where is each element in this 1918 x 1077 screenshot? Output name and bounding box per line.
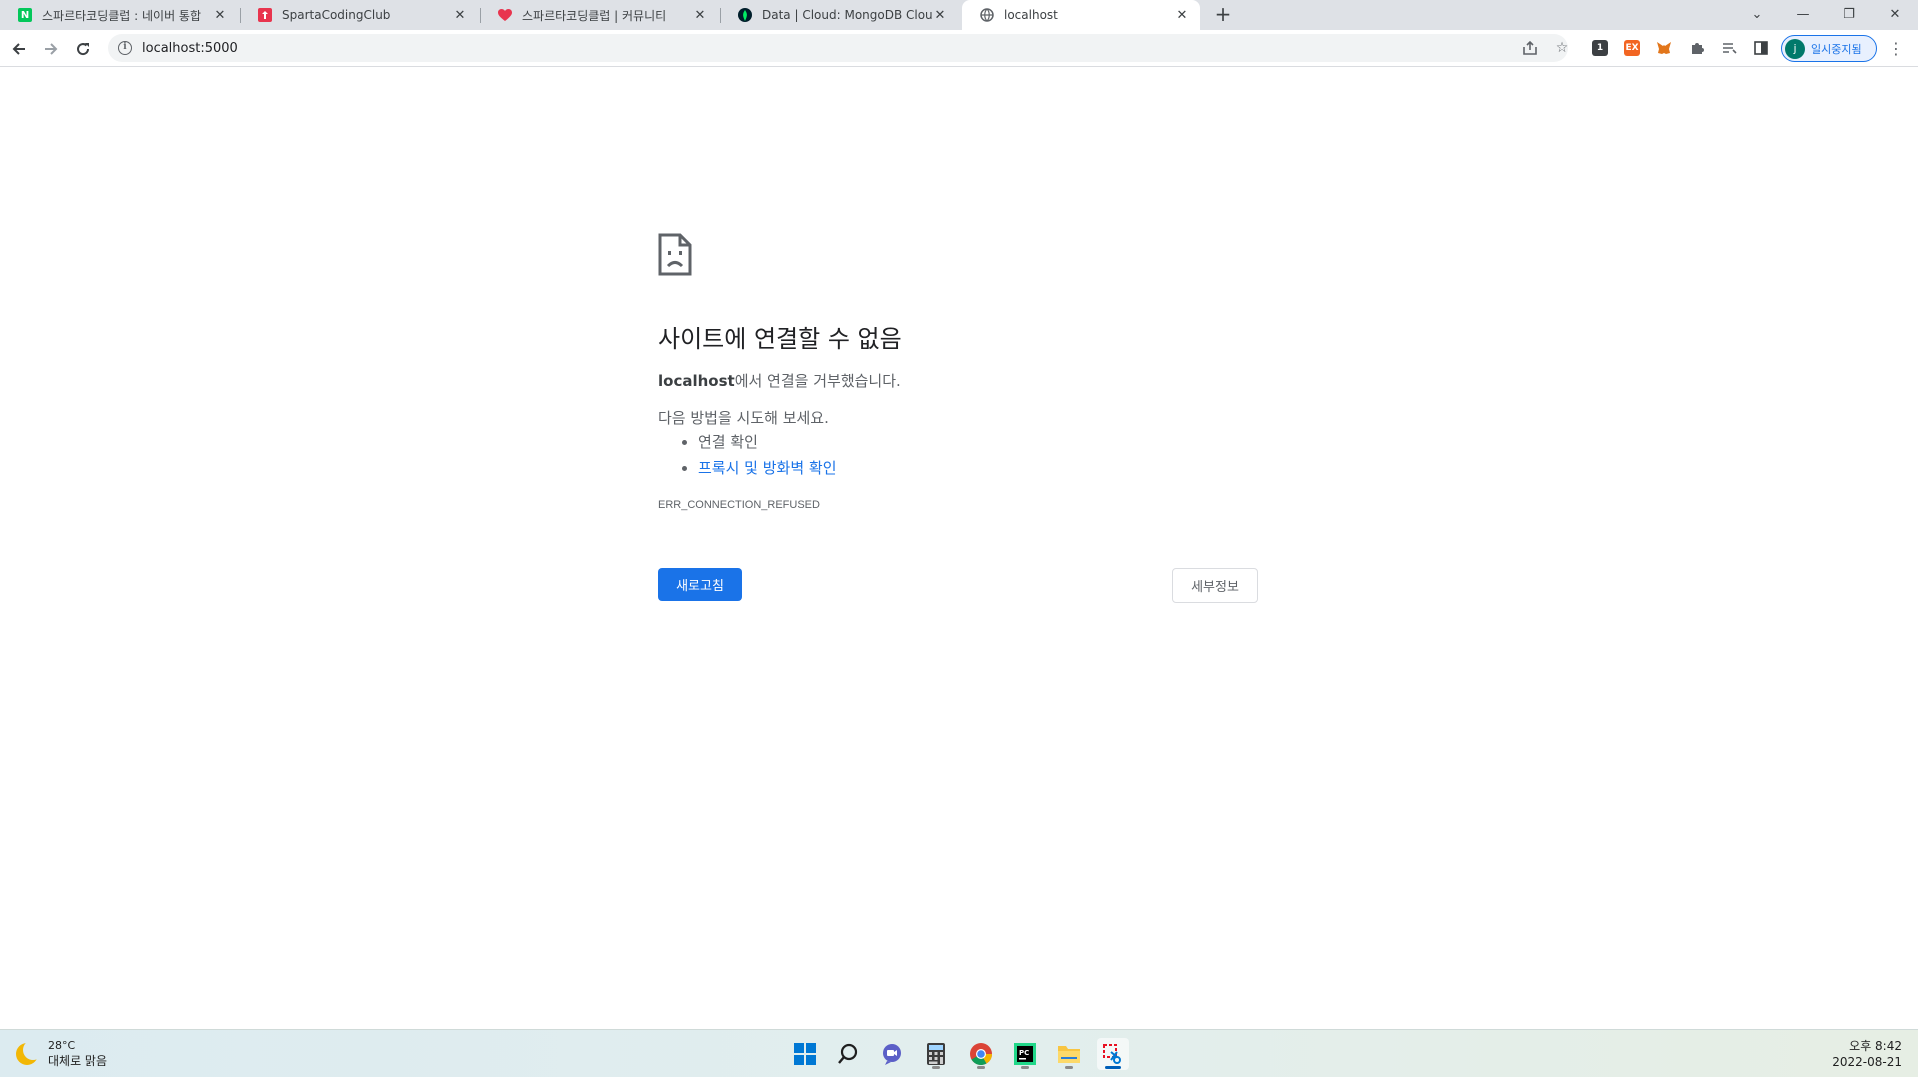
tab-naver[interactable]: N 스파르타코딩클럽 : 네이버 통합 ✕ (0, 0, 238, 30)
back-arrow-icon (12, 43, 25, 55)
reload-icon (77, 43, 90, 56)
snipping-tool-button[interactable] (1097, 1038, 1129, 1070)
site-info-icon[interactable]: i (118, 41, 132, 55)
new-tab-button[interactable]: + (1212, 4, 1234, 26)
back-button[interactable] (6, 36, 32, 62)
tab-mongodb[interactable]: Data | Cloud: MongoDB Cloud ✕ (720, 0, 958, 30)
tab-title: SpartaCodingClub (282, 8, 391, 22)
windows-logo-icon (794, 1043, 816, 1065)
calculator-icon (927, 1043, 945, 1065)
sad-page-icon (658, 233, 692, 280)
calculator-button[interactable] (920, 1038, 952, 1070)
extensions-puzzle-icon[interactable] (1687, 38, 1707, 58)
page-title: 사이트에 연결할 수 없음 (658, 325, 902, 353)
tab-title: localhost (1004, 8, 1058, 22)
extension-ex-icon[interactable]: EX (1624, 40, 1640, 56)
globe-icon (980, 8, 994, 22)
browser-toolbar: i localhost:5000 ☆ 1 EX j 일시중지됨 ⋮ (0, 30, 1918, 67)
tab-sparta-community[interactable]: 스파르타코딩클럽 | 커뮤니티 ✕ (480, 0, 718, 30)
restore-button[interactable]: ❐ (1827, 0, 1871, 28)
weather-temp: 28°C (48, 1039, 76, 1052)
running-indicator (977, 1066, 985, 1069)
suggestions-heading: 다음 방법을 시도해 보세요. (658, 409, 829, 427)
tab-search-icon[interactable]: ⌄ (1735, 0, 1779, 28)
reload-page-button[interactable]: 새로고침 (658, 568, 742, 601)
running-indicator (932, 1066, 940, 1069)
close-icon[interactable]: ✕ (1174, 7, 1190, 23)
tab-strip: N 스파르타코딩클럽 : 네이버 통합 ✕ SpartaCodingClub ✕… (0, 0, 1918, 30)
chrome-button[interactable] (965, 1038, 997, 1070)
running-indicator (1105, 1066, 1121, 1069)
start-button[interactable] (789, 1038, 821, 1070)
file-explorer-button[interactable] (1053, 1038, 1085, 1070)
more-menu-icon[interactable]: ⋮ (1886, 38, 1906, 58)
metamask-icon[interactable] (1656, 40, 1672, 56)
forward-button[interactable] (38, 36, 64, 62)
sparta-icon (258, 8, 272, 22)
tab-title: Data | Cloud: MongoDB Cloud (762, 8, 932, 22)
share-icon[interactable] (1520, 38, 1540, 58)
tab-localhost[interactable]: localhost ✕ (962, 0, 1200, 30)
search-icon (838, 1043, 858, 1064)
mongodb-leaf-icon (738, 8, 752, 22)
windows-taskbar: 28°C 대체로 맑음 PC 오후 8:42 2022-08-21 (0, 1029, 1918, 1077)
heart-icon (498, 8, 512, 22)
error-message: localhost에서 연결을 거부했습니다. (658, 370, 901, 391)
error-code: ERR_CONNECTION_REFUSED (658, 499, 820, 511)
proxy-firewall-link[interactable]: 프록시 및 방화벽 확인 (698, 459, 837, 477)
error-message-text: 에서 연결을 거부했습니다. (734, 372, 901, 390)
teams-chat-button[interactable] (876, 1038, 908, 1070)
extension-1-icon[interactable]: 1 (1592, 40, 1608, 56)
details-button[interactable]: 세부정보 (1172, 568, 1258, 603)
folder-icon (1058, 1046, 1080, 1063)
minimize-button[interactable]: — (1781, 0, 1825, 28)
bookmark-star-icon[interactable]: ☆ (1552, 38, 1572, 58)
snipping-tool-icon (1103, 1044, 1121, 1064)
suggestions-list: 연결 확인 프록시 및 방화벽 확인 (698, 431, 837, 483)
weather-widget[interactable]: 28°C 대체로 맑음 (16, 1039, 107, 1069)
chrome-icon (970, 1043, 992, 1065)
clock-date: 2022-08-21 (1832, 1055, 1902, 1069)
close-icon[interactable]: ✕ (692, 7, 708, 23)
weather-condition: 대체로 맑음 (48, 1054, 108, 1068)
profile-status-label: 일시중지됨 (1811, 42, 1862, 56)
profile-button[interactable]: j 일시중지됨 (1781, 35, 1877, 62)
reading-list-icon[interactable] (1719, 38, 1739, 58)
tab-title: 스파르타코딩클럽 | 커뮤니티 (522, 8, 667, 23)
avatar: j (1785, 38, 1805, 59)
clock-time: 오후 8:42 (1849, 1039, 1902, 1053)
running-indicator (1065, 1066, 1073, 1069)
close-icon[interactable]: ✕ (932, 7, 948, 23)
naver-n-icon: N (18, 8, 32, 22)
chat-icon (883, 1044, 901, 1065)
svg-text:PC: PC (1019, 1049, 1029, 1057)
pycharm-icon: PC (1014, 1043, 1036, 1065)
forward-arrow-icon (45, 43, 58, 55)
suggestion-proxy-firewall-item: 프록시 및 방화벽 확인 (698, 457, 837, 478)
reload-button[interactable] (70, 36, 96, 62)
running-indicator (1021, 1066, 1029, 1069)
error-host: localhost (658, 372, 735, 390)
search-button[interactable] (832, 1038, 864, 1070)
system-clock[interactable]: 오후 8:42 2022-08-21 (1832, 1038, 1902, 1070)
moon-icon (16, 1040, 43, 1065)
pycharm-button[interactable]: PC (1009, 1038, 1041, 1070)
side-panel-icon[interactable] (1751, 38, 1771, 58)
suggestion-check-connection: 연결 확인 (698, 431, 837, 452)
close-icon[interactable]: ✕ (452, 7, 468, 23)
close-window-button[interactable]: ✕ (1873, 0, 1917, 28)
url-text: localhost:5000 (142, 40, 238, 56)
tab-spartacodingclub[interactable]: SpartaCodingClub ✕ (240, 0, 478, 30)
address-bar[interactable]: i localhost:5000 (108, 34, 1568, 62)
tab-title: 스파르타코딩클럽 : 네이버 통합 (42, 8, 202, 23)
close-icon[interactable]: ✕ (212, 7, 228, 23)
